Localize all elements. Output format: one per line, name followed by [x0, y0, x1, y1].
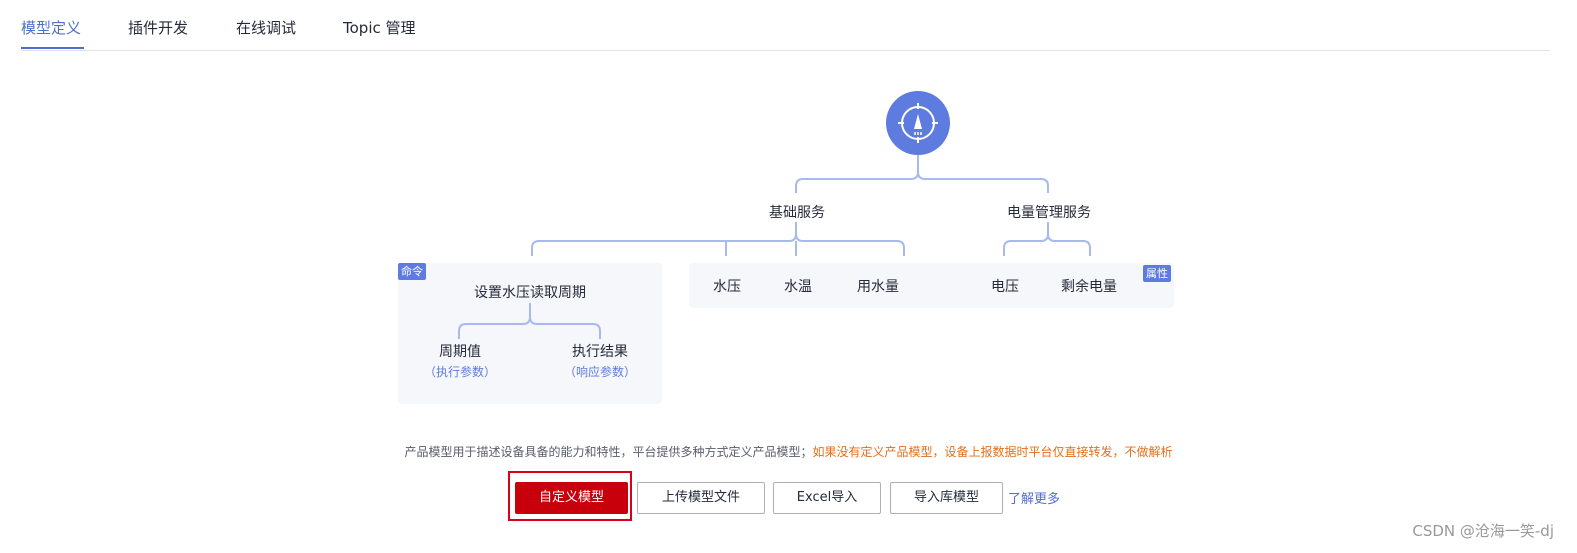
excel-import-button[interactable]: Excel导入: [773, 482, 881, 514]
service-basic-label: 基础服务: [769, 205, 825, 221]
watermark: CSDN @沧海一笑-dj: [1412, 522, 1554, 540]
description-text: 产品模型用于描述设备具备的能力和特性，平台提供多种方式定义产品模型；: [404, 445, 813, 459]
service-power-label: 电量管理服务: [1007, 205, 1091, 221]
upload-model-file-button[interactable]: 上传模型文件: [637, 482, 765, 514]
description-warning: 如果没有定义产品模型，设备上报数据时平台仅直接转发，不做解析: [812, 445, 1173, 459]
command-param-right-label: 执行结果: [572, 344, 628, 360]
property-item: 电压: [991, 279, 1019, 295]
model-root-node: [886, 91, 950, 155]
compass-icon: [898, 103, 938, 143]
command-title: 设置水压读取周期: [474, 285, 586, 301]
custom-model-button[interactable]: 自定义模型: [515, 482, 628, 514]
diagram-connectors: [458, 155, 1091, 339]
property-item: 剩余电量: [1061, 279, 1117, 295]
property-item: 水压: [713, 279, 741, 295]
command-param-right-sub: （响应参数）: [563, 365, 637, 379]
command-param-left-label: 周期值: [439, 344, 481, 360]
command-tag: 命令: [398, 263, 426, 280]
import-library-model-button[interactable]: 导入库模型: [890, 482, 1003, 514]
property-tag: 属性: [1143, 265, 1171, 282]
property-item: 水温: [784, 279, 812, 295]
command-param-left-sub: （执行参数）: [423, 365, 497, 379]
learn-more-link[interactable]: 了解更多: [1008, 488, 1060, 507]
property-item: 用水量: [857, 279, 899, 295]
model-description: 产品模型用于描述设备具备的能力和特性，平台提供多种方式定义产品模型；如果没有定义…: [0, 443, 1577, 461]
